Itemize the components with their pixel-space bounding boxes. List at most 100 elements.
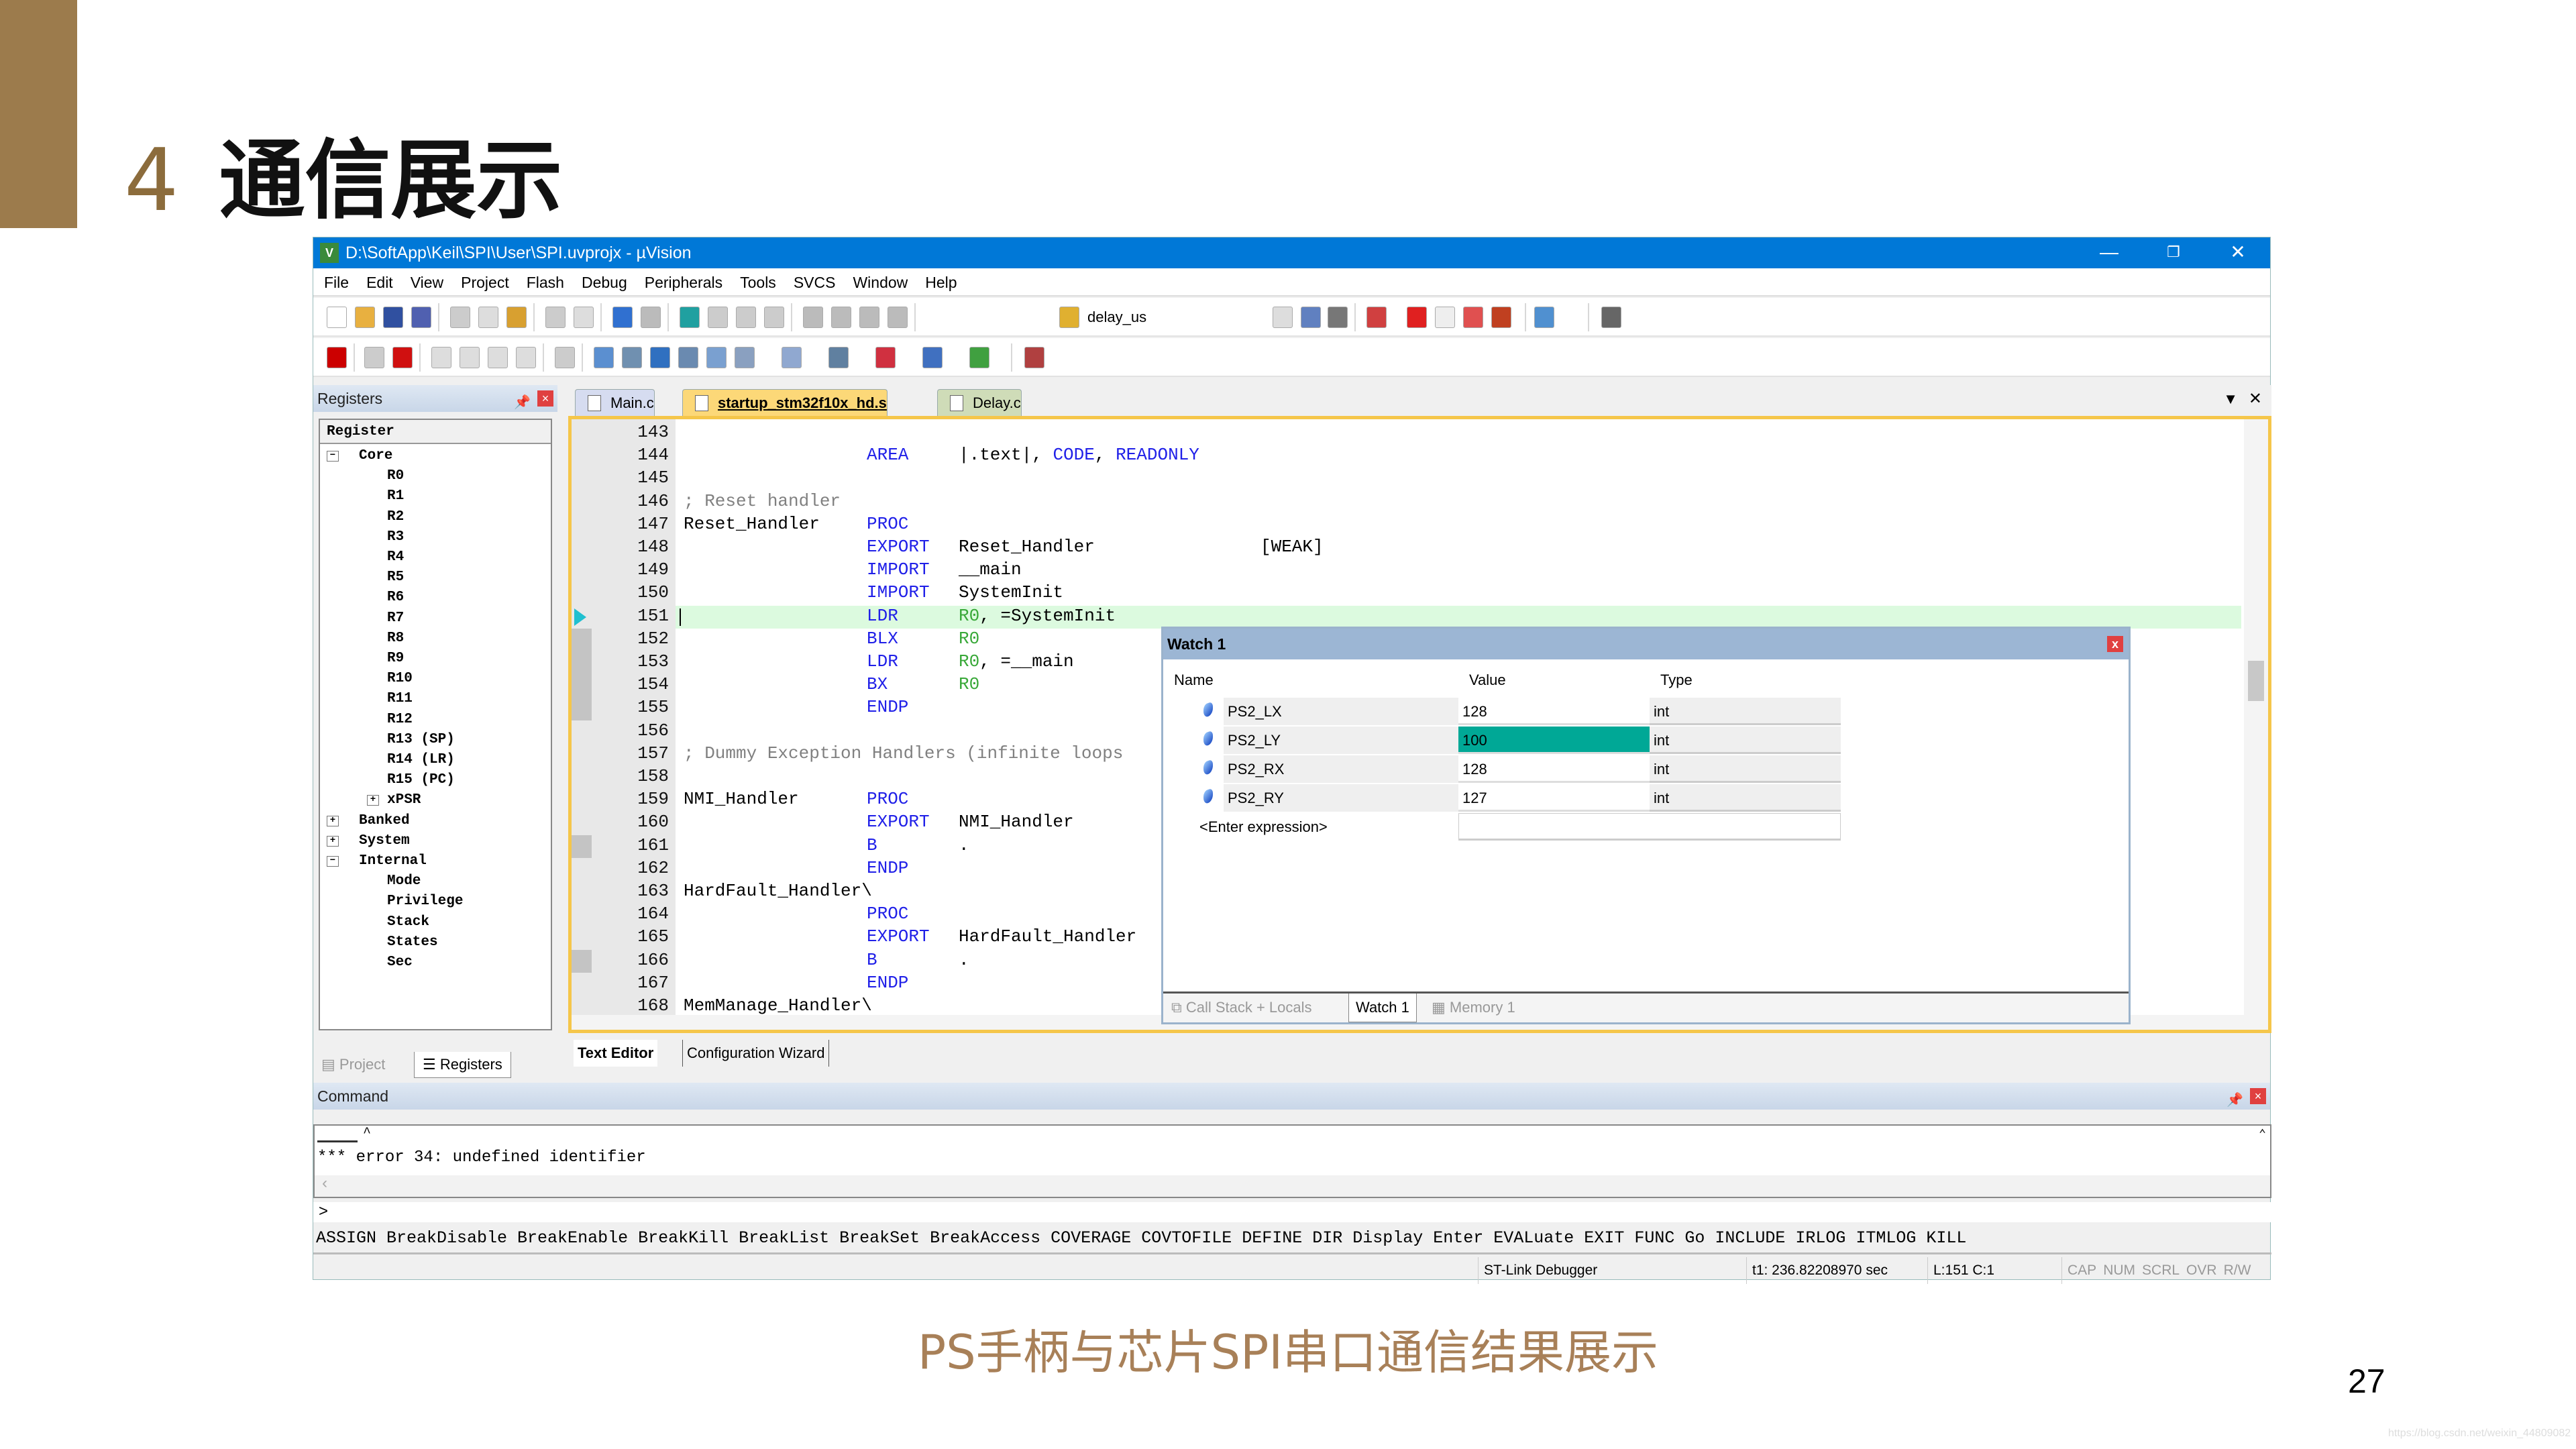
register-tree-item[interactable]: Internal [359, 852, 427, 871]
unindent-icon[interactable] [831, 307, 851, 328]
serial-window-icon[interactable] [828, 347, 849, 368]
redo-icon[interactable] [574, 307, 594, 328]
pin-icon[interactable]: 📌 [514, 389, 531, 416]
tab-list-dropdown[interactable]: ▼ [2223, 390, 2238, 408]
paste-icon[interactable] [506, 307, 527, 328]
breakpoint-icon[interactable] [1407, 307, 1427, 328]
analysis-window-icon[interactable] [875, 347, 896, 368]
register-tree-item[interactable]: R6 [387, 588, 404, 607]
menu-tools[interactable]: Tools [740, 274, 776, 291]
restore-button[interactable]: ❐ [2141, 237, 2206, 268]
next-bookmark-icon[interactable] [736, 307, 756, 328]
watch-value[interactable]: 128 [1458, 755, 1650, 783]
clear-bookmarks-icon[interactable] [764, 307, 784, 328]
register-tree-item[interactable]: R9 [387, 649, 404, 668]
reset-icon[interactable] [327, 347, 347, 368]
register-tree-item[interactable]: R0 [387, 467, 404, 486]
command-window-icon[interactable] [594, 347, 614, 368]
trace-window-icon[interactable] [922, 347, 943, 368]
stop-icon[interactable] [392, 347, 413, 368]
tools-icon[interactable] [1601, 307, 1621, 328]
uncomment-icon[interactable] [888, 307, 908, 328]
step-over-icon[interactable] [460, 347, 480, 368]
register-tree-item[interactable]: R3 [387, 528, 404, 547]
register-tree-item[interactable]: R2 [387, 508, 404, 527]
tree-expand-toggle[interactable]: + [327, 835, 339, 847]
find-combobox[interactable]: delay_us [1058, 305, 1273, 330]
breakpoint-list-icon[interactable] [1491, 307, 1511, 328]
registers-window-icon[interactable] [678, 347, 698, 368]
watch-column-header[interactable]: Value [1465, 666, 1506, 694]
new-file-icon[interactable] [327, 307, 347, 328]
menu-project[interactable]: Project [461, 274, 509, 291]
menu-flash[interactable]: Flash [527, 274, 564, 291]
tab-memory-1[interactable]: ▦ Memory 1 [1432, 994, 1515, 1022]
menu-svcs[interactable]: SVCS [794, 274, 836, 291]
register-tree-item[interactable]: States [387, 933, 438, 952]
close-watch-button[interactable]: x [2107, 636, 2123, 652]
comment-icon[interactable] [859, 307, 879, 328]
prev-bookmark-icon[interactable] [708, 307, 728, 328]
indent-icon[interactable] [803, 307, 823, 328]
menu-window[interactable]: Window [853, 274, 908, 291]
tab-call-stack[interactable]: ⧉ Call Stack + Locals [1171, 994, 1312, 1022]
step-out-icon[interactable] [488, 347, 508, 368]
register-tree-item[interactable]: Privilege [387, 892, 463, 911]
watch-name[interactable]: PS2_LX [1224, 698, 1458, 725]
run-icon[interactable] [364, 347, 384, 368]
code-line[interactable]: AREA |.text|, CODE, READONLY [676, 445, 2241, 468]
watch-name[interactable]: PS2_RY [1224, 784, 1458, 812]
code-line[interactable]: IMPORT __main [676, 559, 2241, 582]
menu-debug[interactable]: Debug [582, 274, 627, 291]
memory-window-icon[interactable] [782, 347, 802, 368]
find-dropdown-icon[interactable] [1273, 307, 1293, 328]
doc-tab[interactable]: Delay.c [937, 389, 1022, 416]
save-icon[interactable] [383, 307, 403, 328]
watch-column-header[interactable]: Type [1656, 666, 1693, 694]
register-tree-item[interactable]: Stack [387, 913, 429, 932]
minimize-button[interactable]: — [2077, 237, 2141, 268]
show-next-statement-icon[interactable] [555, 347, 575, 368]
tab-project[interactable]: ▤ Project [321, 1052, 385, 1077]
copy-icon[interactable] [478, 307, 498, 328]
code-line[interactable]: ; Reset handler [676, 491, 2241, 514]
menu-edit[interactable]: Edit [366, 274, 393, 291]
register-tree-item[interactable]: System [359, 832, 410, 851]
register-tree-item[interactable]: R8 [387, 629, 404, 648]
code-line[interactable]: LDR R0, =SystemInit [676, 605, 2241, 629]
tab-configuration-wizard[interactable]: Configuration Wizard [682, 1040, 830, 1067]
command-input[interactable]: > [313, 1202, 2271, 1222]
vertical-scrollbar[interactable] [2244, 419, 2268, 1030]
bookmark-icon[interactable] [680, 307, 700, 328]
close-command-button[interactable]: × [2250, 1088, 2266, 1104]
cut-icon[interactable] [450, 307, 470, 328]
back-icon[interactable] [612, 307, 633, 328]
kill-breakpoints-icon[interactable] [1463, 307, 1483, 328]
register-tree-item[interactable]: Banked [359, 812, 410, 830]
save-all-icon[interactable] [411, 307, 431, 328]
doc-tab[interactable]: startup_stm32f10x_hd.s [682, 389, 888, 416]
register-tree-item[interactable]: R7 [387, 609, 404, 628]
tab-watch-1[interactable]: Watch 1 [1348, 994, 1417, 1022]
step-into-icon[interactable] [431, 347, 451, 368]
register-tree-item[interactable]: R1 [387, 487, 404, 506]
forward-icon[interactable] [641, 307, 661, 328]
code-line[interactable]: Reset_Handler PROC [676, 514, 2241, 537]
enter-expression[interactable]: <Enter expression> [1195, 813, 1328, 841]
register-tree-item[interactable]: R12 [387, 710, 413, 729]
register-tree-item[interactable]: R5 [387, 568, 404, 587]
code-line[interactable]: EXPORT Reset_Handler [WEAK] [676, 537, 2241, 559]
doc-tab[interactable]: Main.c [575, 389, 655, 416]
tree-collapse-toggle[interactable]: − [327, 856, 339, 867]
menu-help[interactable]: Help [925, 274, 957, 291]
watch-value[interactable]: 100 [1458, 727, 1650, 754]
call-stack-window-icon[interactable] [706, 347, 727, 368]
symbols-window-icon[interactable] [650, 347, 670, 368]
disable-breakpoint-icon[interactable] [1435, 307, 1455, 328]
find-in-files-icon[interactable] [1059, 307, 1079, 328]
register-tree-item[interactable]: R4 [387, 548, 404, 567]
watch-value[interactable]: 127 [1458, 784, 1650, 812]
disassembly-window-icon[interactable] [622, 347, 642, 368]
open-icon[interactable] [355, 307, 375, 328]
close-document-button[interactable]: ✕ [2249, 389, 2262, 409]
